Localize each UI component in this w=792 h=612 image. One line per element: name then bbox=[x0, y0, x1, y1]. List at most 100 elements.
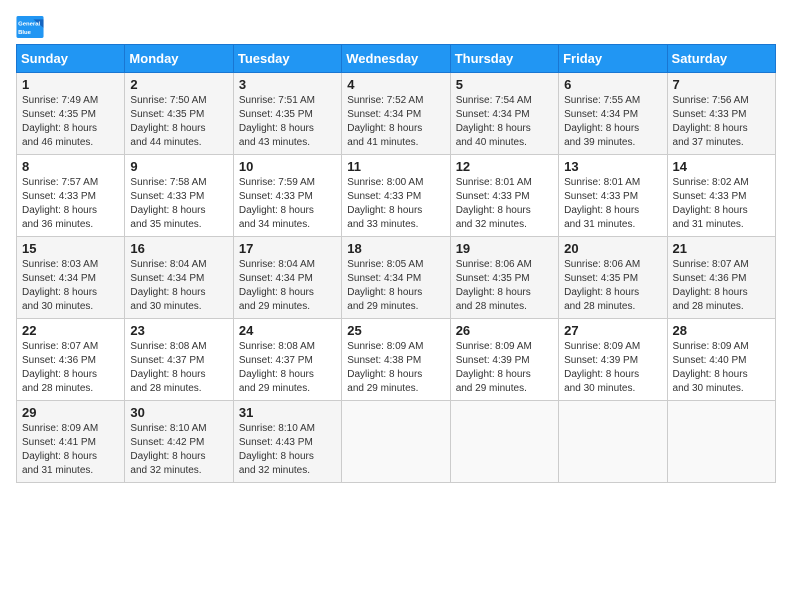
calendar-cell: 19 Sunrise: 8:06 AM Sunset: 4:35 PM Dayli… bbox=[450, 237, 558, 319]
day-info: Sunrise: 8:09 AM Sunset: 4:40 PM Dayligh… bbox=[673, 340, 770, 396]
calendar-cell: 8Sunrise: 7:57 AM Sunset: 4:33 PM Daylig… bbox=[17, 155, 125, 237]
day-number: 3 bbox=[239, 77, 336, 92]
logo-icon: General Blue bbox=[16, 16, 44, 38]
weekday-header-row: SundayMondayTuesdayWednesdayThursdayFrid… bbox=[17, 45, 776, 73]
day-info: Sunrise: 8:06 AM Sunset: 4:35 PM Dayligh… bbox=[456, 258, 553, 314]
calendar-cell: 12 Sunrise: 8:01 AM Sunset: 4:33 PM Dayli… bbox=[450, 155, 558, 237]
calendar-cell: 27Sunrise: 8:09 AM Sunset: 4:39 PM Dayli… bbox=[559, 319, 667, 401]
day-number: 25 bbox=[347, 323, 444, 338]
day-info: Sunrise: 7:56 AM Sunset: 4:33 PM Dayligh… bbox=[673, 94, 770, 150]
calendar-cell: 4Sunrise: 7:52 AM Sunset: 4:34 PM Daylig… bbox=[342, 73, 450, 155]
day-number: 15 bbox=[22, 241, 119, 256]
day-number: 7 bbox=[673, 77, 770, 92]
day-number: 23 bbox=[130, 323, 227, 338]
day-info: Sunrise: 8:10 AM Sunset: 4:42 PM Dayligh… bbox=[130, 422, 227, 478]
day-number: 26 bbox=[456, 323, 553, 338]
day-number: 1 bbox=[22, 77, 119, 92]
calendar-table: SundayMondayTuesdayWednesdayThursdayFrid… bbox=[16, 44, 776, 483]
day-info: Sunrise: 8:09 AM Sunset: 4:39 PM Dayligh… bbox=[564, 340, 661, 396]
calendar-cell: 25 Sunrise: 8:09 AM Sunset: 4:38 PM Dayli… bbox=[342, 319, 450, 401]
day-info: Sunrise: 7:51 AM Sunset: 4:35 PM Dayligh… bbox=[239, 94, 336, 150]
day-info: Sunrise: 8:07 AM Sunset: 4:36 PM Dayligh… bbox=[673, 258, 770, 314]
day-info: Sunrise: 8:03 AM Sunset: 4:34 PM Dayligh… bbox=[22, 258, 119, 314]
day-number: 6 bbox=[564, 77, 661, 92]
calendar-cell: 7 Sunrise: 7:56 AM Sunset: 4:33 PM Daylig… bbox=[667, 73, 775, 155]
calendar-cell: 6 Sunrise: 7:55 AM Sunset: 4:34 PM Daylig… bbox=[559, 73, 667, 155]
weekday-header-thursday: Thursday bbox=[450, 45, 558, 73]
weekday-header-saturday: Saturday bbox=[667, 45, 775, 73]
svg-text:General: General bbox=[18, 21, 40, 27]
calendar-cell: 15 Sunrise: 8:03 AM Sunset: 4:34 PM Dayli… bbox=[17, 237, 125, 319]
day-info: Sunrise: 8:01 AM Sunset: 4:33 PM Dayligh… bbox=[456, 176, 553, 232]
day-number: 21 bbox=[673, 241, 770, 256]
calendar-cell: 30 Sunrise: 8:10 AM Sunset: 4:42 PM Dayli… bbox=[125, 401, 233, 483]
calendar-cell: 3 Sunrise: 7:51 AM Sunset: 4:35 PM Daylig… bbox=[233, 73, 341, 155]
day-number: 30 bbox=[130, 405, 227, 420]
calendar-cell: 11 Sunrise: 8:00 AM Sunset: 4:33 PM Dayli… bbox=[342, 155, 450, 237]
day-info: Sunrise: 8:06 AM Sunset: 4:35 PM Dayligh… bbox=[564, 258, 661, 314]
day-info: Sunrise: 7:49 AM Sunset: 4:35 PM Dayligh… bbox=[22, 94, 119, 150]
day-info: Sunrise: 8:07 AM Sunset: 4:36 PM Dayligh… bbox=[22, 340, 119, 396]
calendar-cell: 10 Sunrise: 7:59 AM Sunset: 4:33 PM Dayli… bbox=[233, 155, 341, 237]
day-number: 20 bbox=[564, 241, 661, 256]
day-info: Sunrise: 7:59 AM Sunset: 4:33 PM Dayligh… bbox=[239, 176, 336, 232]
calendar-cell: 26 Sunrise: 8:09 AM Sunset: 4:39 PM Dayli… bbox=[450, 319, 558, 401]
calendar-cell: 9Sunrise: 7:58 AM Sunset: 4:33 PM Daylig… bbox=[125, 155, 233, 237]
weekday-header-tuesday: Tuesday bbox=[233, 45, 341, 73]
day-info: Sunrise: 8:09 AM Sunset: 4:38 PM Dayligh… bbox=[347, 340, 444, 396]
day-info: Sunrise: 8:08 AM Sunset: 4:37 PM Dayligh… bbox=[239, 340, 336, 396]
calendar-cell: 29 Sunrise: 8:09 AM Sunset: 4:41 PM Dayli… bbox=[17, 401, 125, 483]
day-info: Sunrise: 7:58 AM Sunset: 4:33 PM Dayligh… bbox=[130, 176, 227, 232]
day-number: 17 bbox=[239, 241, 336, 256]
calendar-cell bbox=[450, 401, 558, 483]
day-number: 29 bbox=[22, 405, 119, 420]
day-number: 14 bbox=[673, 159, 770, 174]
calendar-cell: 1 Sunrise: 7:49 AM Sunset: 4:35 PM Daylig… bbox=[17, 73, 125, 155]
calendar-week-5: 29 Sunrise: 8:09 AM Sunset: 4:41 PM Dayli… bbox=[17, 401, 776, 483]
day-info: Sunrise: 8:01 AM Sunset: 4:33 PM Dayligh… bbox=[564, 176, 661, 232]
day-number: 8 bbox=[22, 159, 119, 174]
calendar-cell: 2Sunrise: 7:50 AM Sunset: 4:35 PM Daylig… bbox=[125, 73, 233, 155]
day-number: 2 bbox=[130, 77, 227, 92]
calendar-cell bbox=[342, 401, 450, 483]
weekday-header-wednesday: Wednesday bbox=[342, 45, 450, 73]
weekday-header-monday: Monday bbox=[125, 45, 233, 73]
page-header: General Blue bbox=[16, 16, 776, 38]
calendar-week-3: 15 Sunrise: 8:03 AM Sunset: 4:34 PM Dayli… bbox=[17, 237, 776, 319]
calendar-cell: 21 Sunrise: 8:07 AM Sunset: 4:36 PM Dayli… bbox=[667, 237, 775, 319]
calendar-cell: 18Sunrise: 8:05 AM Sunset: 4:34 PM Dayli… bbox=[342, 237, 450, 319]
day-number: 31 bbox=[239, 405, 336, 420]
day-info: Sunrise: 7:52 AM Sunset: 4:34 PM Dayligh… bbox=[347, 94, 444, 150]
calendar-cell: 16Sunrise: 8:04 AM Sunset: 4:34 PM Dayli… bbox=[125, 237, 233, 319]
day-number: 19 bbox=[456, 241, 553, 256]
weekday-header-friday: Friday bbox=[559, 45, 667, 73]
day-number: 5 bbox=[456, 77, 553, 92]
calendar-cell: 17 Sunrise: 8:04 AM Sunset: 4:34 PM Dayli… bbox=[233, 237, 341, 319]
day-info: Sunrise: 8:08 AM Sunset: 4:37 PM Dayligh… bbox=[130, 340, 227, 396]
day-info: Sunrise: 8:00 AM Sunset: 4:33 PM Dayligh… bbox=[347, 176, 444, 232]
calendar-cell: 20 Sunrise: 8:06 AM Sunset: 4:35 PM Dayli… bbox=[559, 237, 667, 319]
day-info: Sunrise: 7:54 AM Sunset: 4:34 PM Dayligh… bbox=[456, 94, 553, 150]
calendar-cell: 13Sunrise: 8:01 AM Sunset: 4:33 PM Dayli… bbox=[559, 155, 667, 237]
day-number: 11 bbox=[347, 159, 444, 174]
calendar-cell: 14Sunrise: 8:02 AM Sunset: 4:33 PM Dayli… bbox=[667, 155, 775, 237]
day-number: 24 bbox=[239, 323, 336, 338]
svg-text:Blue: Blue bbox=[18, 30, 32, 36]
calendar-week-1: 1 Sunrise: 7:49 AM Sunset: 4:35 PM Daylig… bbox=[17, 73, 776, 155]
calendar-cell: 31 Sunrise: 8:10 AM Sunset: 4:43 PM Dayli… bbox=[233, 401, 341, 483]
day-number: 22 bbox=[22, 323, 119, 338]
day-info: Sunrise: 7:55 AM Sunset: 4:34 PM Dayligh… bbox=[564, 94, 661, 150]
calendar-cell: 28Sunrise: 8:09 AM Sunset: 4:40 PM Dayli… bbox=[667, 319, 775, 401]
calendar-body: 1 Sunrise: 7:49 AM Sunset: 4:35 PM Daylig… bbox=[17, 73, 776, 483]
calendar-cell: 24 Sunrise: 8:08 AM Sunset: 4:37 PM Dayli… bbox=[233, 319, 341, 401]
day-info: Sunrise: 8:05 AM Sunset: 4:34 PM Dayligh… bbox=[347, 258, 444, 314]
day-number: 16 bbox=[130, 241, 227, 256]
day-info: Sunrise: 8:09 AM Sunset: 4:39 PM Dayligh… bbox=[456, 340, 553, 396]
calendar-week-4: 22 Sunrise: 8:07 AM Sunset: 4:36 PM Dayli… bbox=[17, 319, 776, 401]
day-info: Sunrise: 8:04 AM Sunset: 4:34 PM Dayligh… bbox=[239, 258, 336, 314]
day-info: Sunrise: 8:09 AM Sunset: 4:41 PM Dayligh… bbox=[22, 422, 119, 478]
calendar-cell: 5 Sunrise: 7:54 AM Sunset: 4:34 PM Daylig… bbox=[450, 73, 558, 155]
day-number: 12 bbox=[456, 159, 553, 174]
day-info: Sunrise: 8:10 AM Sunset: 4:43 PM Dayligh… bbox=[239, 422, 336, 478]
day-number: 10 bbox=[239, 159, 336, 174]
